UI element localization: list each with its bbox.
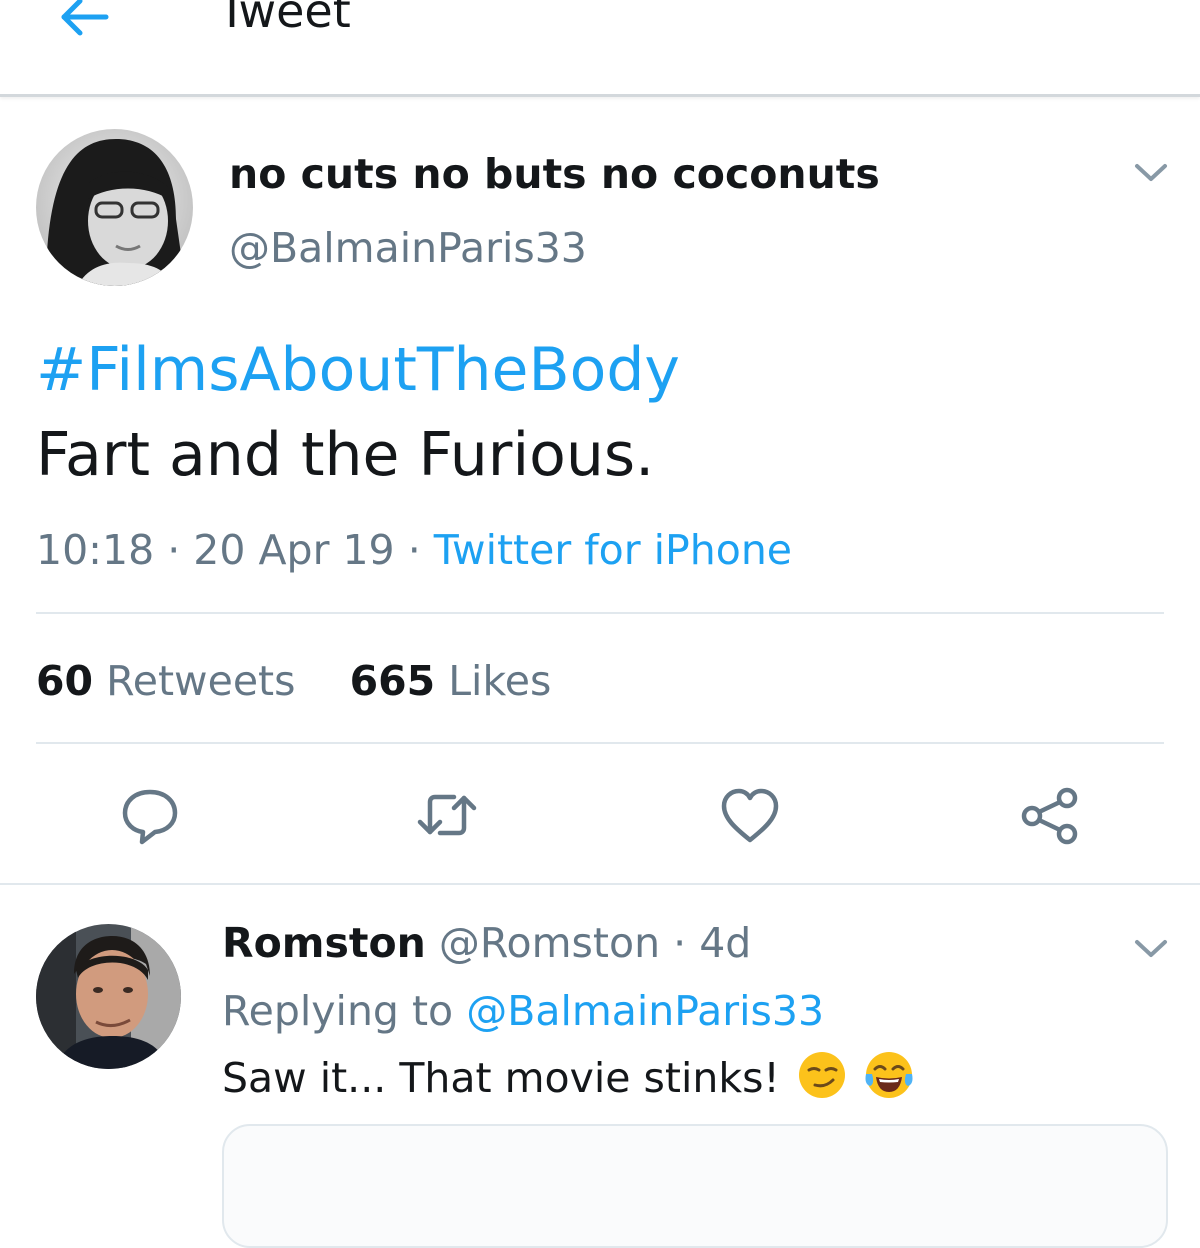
author-avatar[interactable] <box>36 129 193 286</box>
reply-separator: · <box>673 919 687 967</box>
likes-stat[interactable]: 665 Likes <box>350 657 552 705</box>
smirking-face-emoji <box>797 1050 847 1100</box>
reply-age: 4d <box>699 919 752 967</box>
chevron-down-icon[interactable] <box>1133 160 1169 184</box>
back-arrow-icon[interactable] <box>56 0 112 40</box>
tweet-meta: 10:18 · 20 Apr 19 · Twitter for iPhone <box>36 526 792 574</box>
retweets-label: Retweets <box>106 657 296 705</box>
reply-author-name[interactable]: Romston <box>222 919 426 967</box>
reply-text: Saw it... That movie stinks! <box>222 1054 780 1102</box>
like-icon[interactable] <box>715 780 785 850</box>
tweet-text: Fart and the Furious. <box>36 420 655 490</box>
meta-separator: · <box>167 526 181 574</box>
divider <box>0 883 1200 885</box>
reply-icon[interactable] <box>115 780 185 850</box>
retweets-count: 60 <box>36 657 94 705</box>
retweets-stat[interactable]: 60 Retweets <box>36 657 295 705</box>
likes-label: Likes <box>448 657 552 705</box>
tweet-source-link[interactable]: Twitter for iPhone <box>434 526 792 574</box>
reply-text-row: Saw it... That movie stinks! <box>222 1050 914 1103</box>
replying-to: Replying to @BalmainParis33 <box>222 986 824 1036</box>
reply-author-avatar[interactable] <box>36 924 181 1069</box>
author-name[interactable]: no cuts no buts no coconuts <box>229 149 880 199</box>
divider <box>36 612 1164 614</box>
tweet-time: 10:18 <box>36 526 155 574</box>
retweet-icon[interactable] <box>412 780 482 850</box>
page-title: Tweet <box>218 0 351 38</box>
divider <box>36 742 1164 744</box>
author-handle[interactable]: @BalmainParis33 <box>229 223 587 273</box>
replying-to-label: Replying to <box>222 987 454 1035</box>
reply-header: Romston @Romston · 4d <box>222 918 751 968</box>
link-preview-card[interactable] <box>222 1124 1168 1248</box>
tweet-stats: 60 Retweets 665 Likes <box>36 657 551 705</box>
chevron-down-icon[interactable] <box>1133 936 1169 960</box>
top-app-bar: Tweet <box>0 0 1200 97</box>
tears-of-joy-emoji <box>864 1050 914 1100</box>
likes-count: 665 <box>349 657 436 705</box>
share-icon[interactable] <box>1015 780 1085 850</box>
tweet-date: 20 Apr 19 <box>193 526 395 574</box>
reply-author-handle[interactable]: @Romston <box>439 919 660 967</box>
replying-to-handle[interactable]: @BalmainParis33 <box>466 987 824 1035</box>
meta-separator: · <box>407 526 421 574</box>
hashtag-link[interactable]: #FilmsAboutTheBody <box>36 334 680 406</box>
